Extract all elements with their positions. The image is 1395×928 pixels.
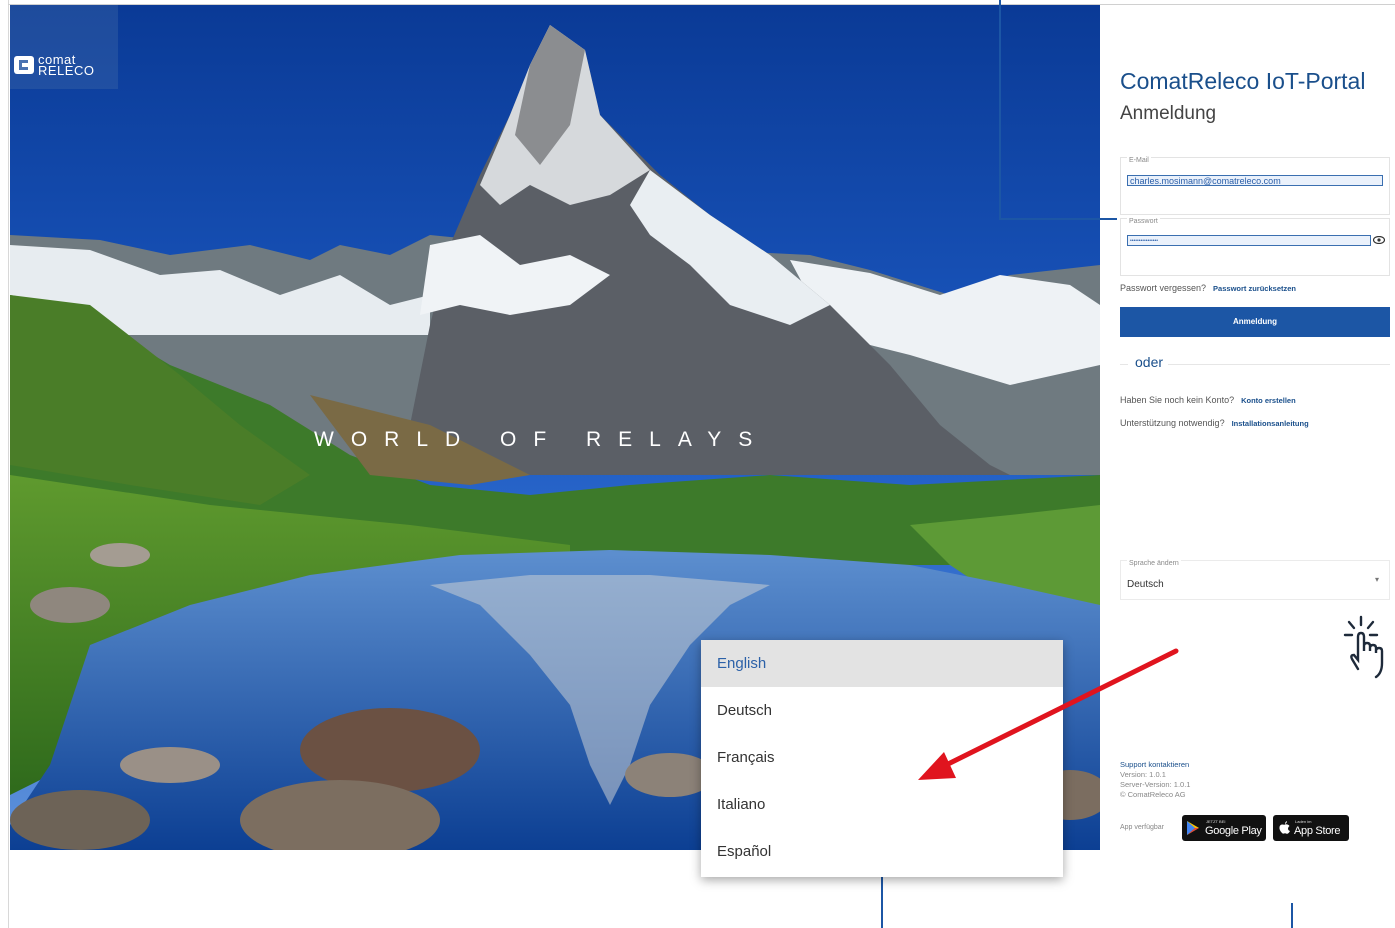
red-arrow-annotation	[918, 648, 1179, 780]
red-arrow-head	[918, 752, 956, 780]
red-arrow-shaft	[937, 648, 1179, 771]
